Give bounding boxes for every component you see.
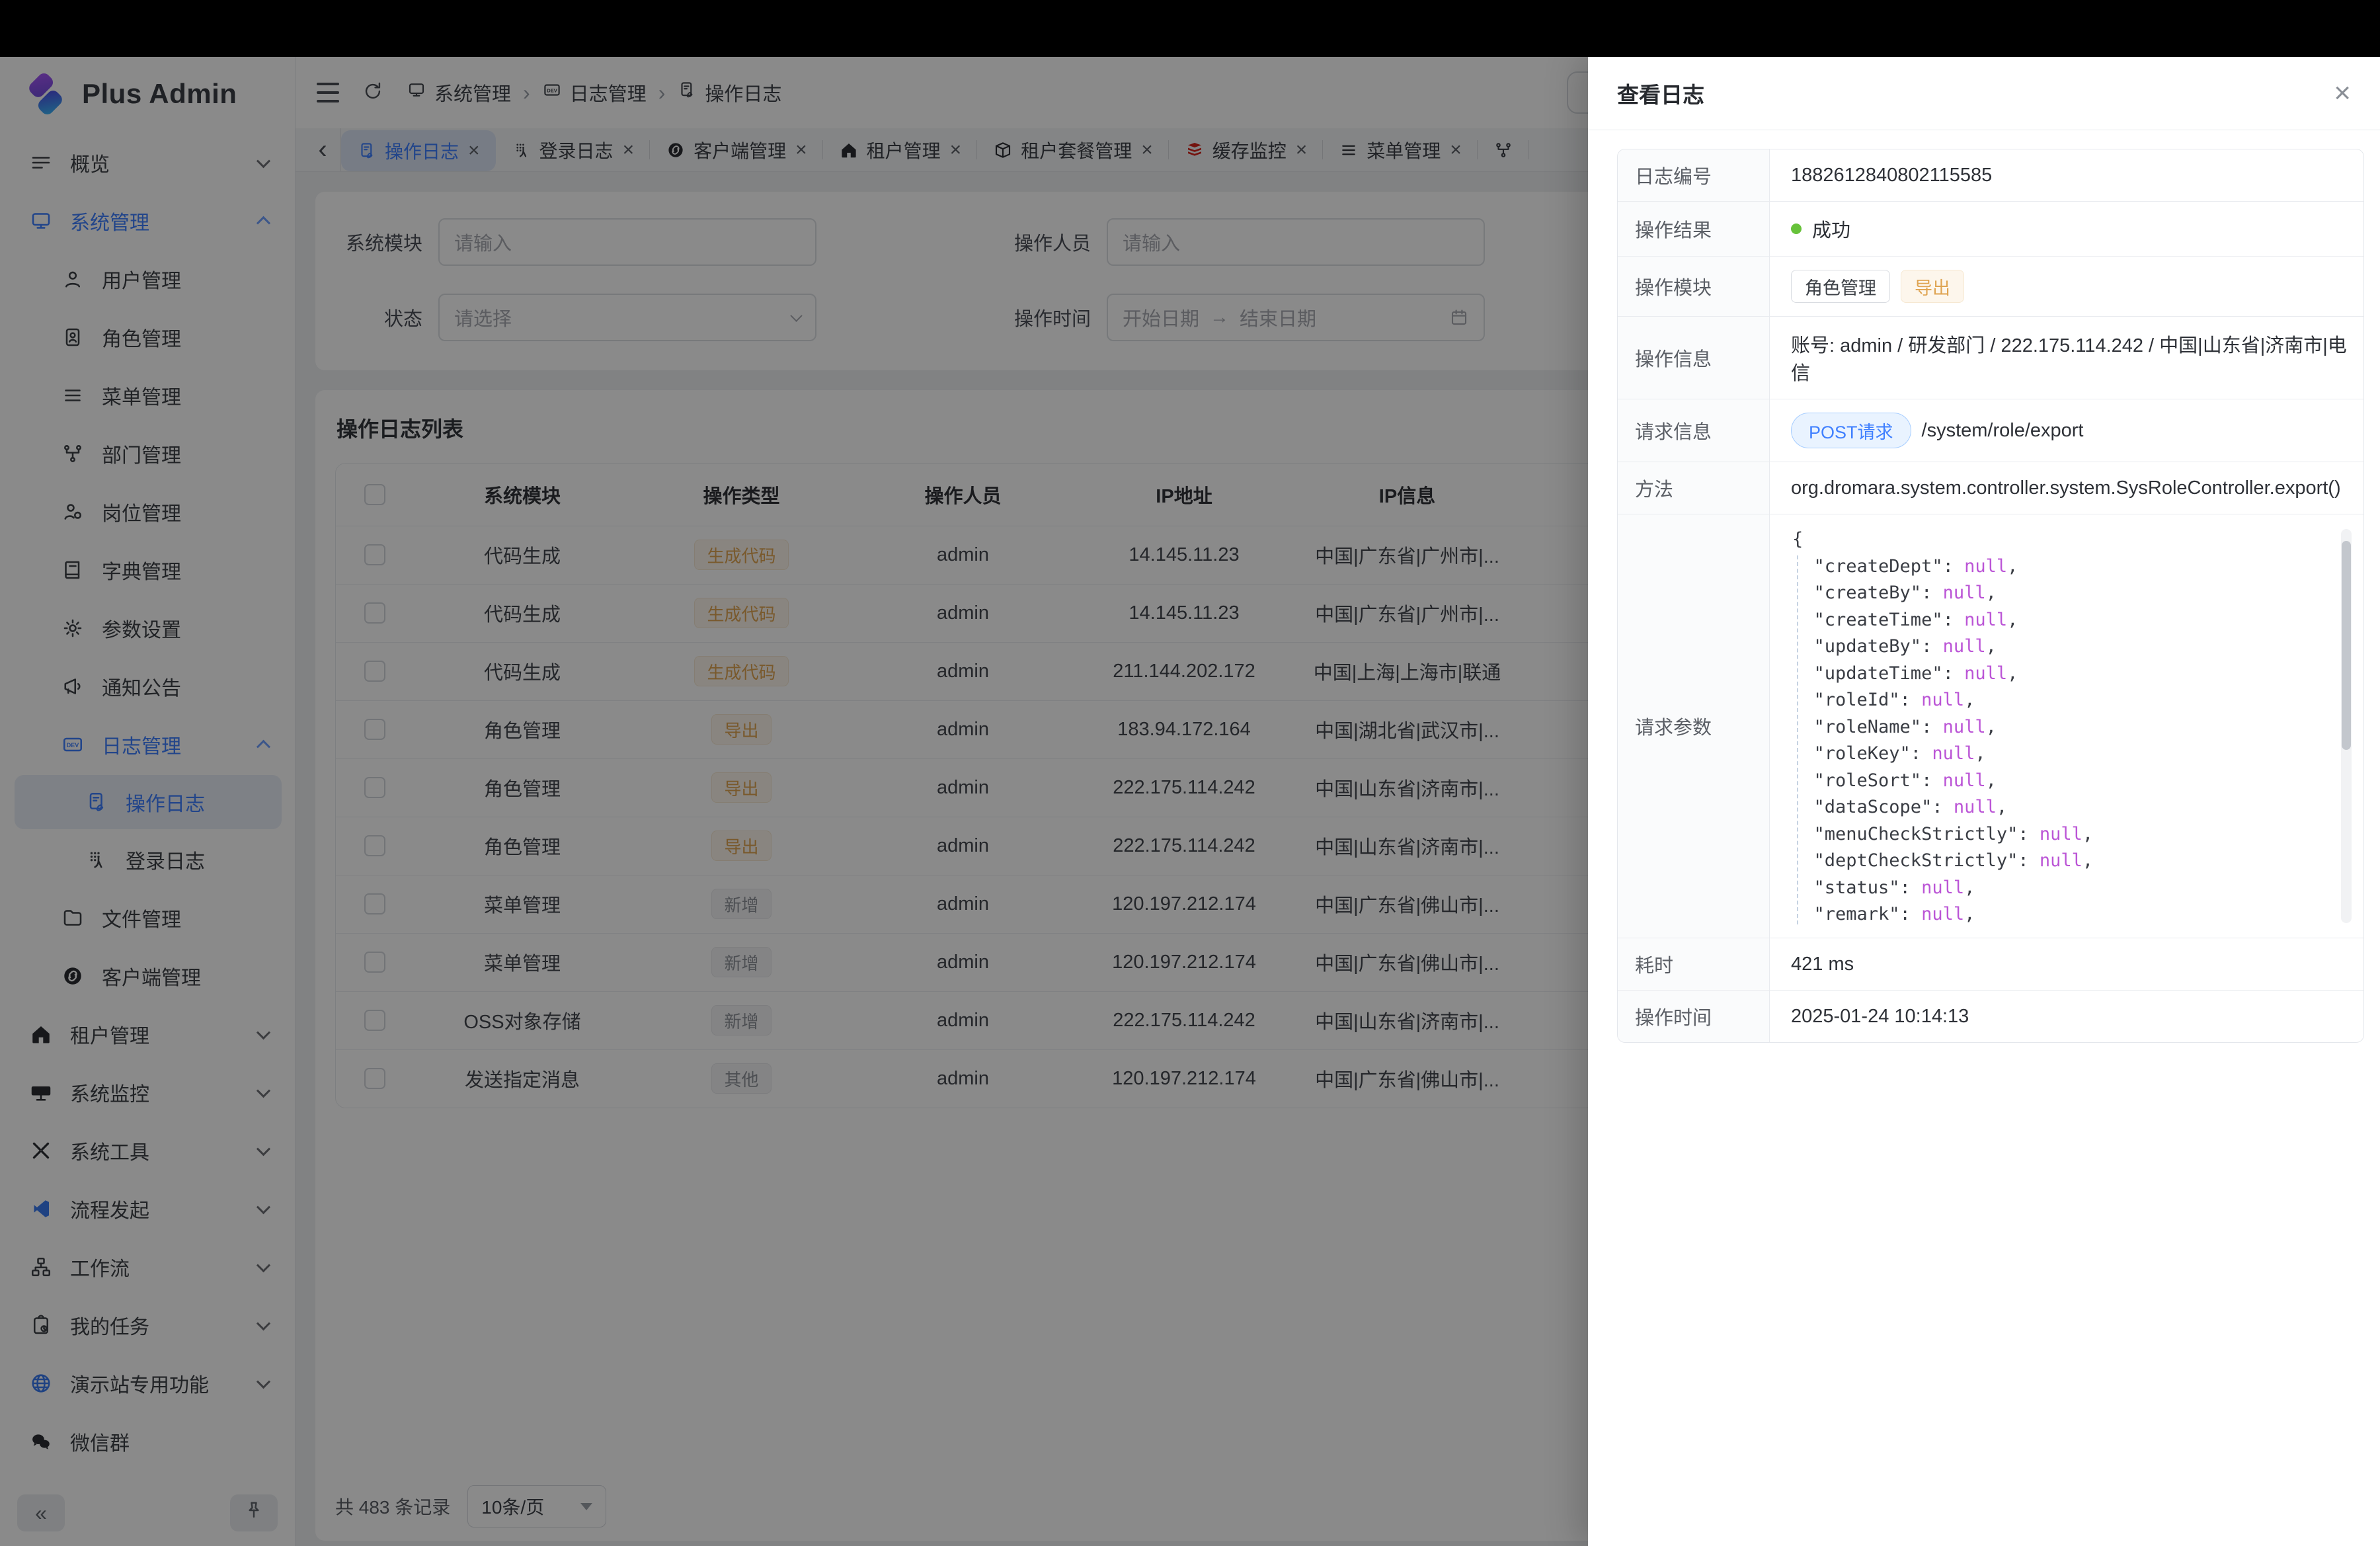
json-line: "roleName": null, xyxy=(1792,714,2330,741)
detail-value: POST请求/system/role/export xyxy=(1770,399,2363,462)
detail-value: { "createDept": null, "createBy": null, … xyxy=(1770,514,2363,938)
detail-row-操作结果: 操作结果 成功 xyxy=(1618,201,2363,256)
json-line: "dataScope": null, xyxy=(1792,794,2330,821)
detail-row-方法: 方法 org.dromara.system.controller.system.S… xyxy=(1618,462,2363,514)
status-text: 成功 xyxy=(1812,215,1850,243)
detail-value: 账号: admin / 研发部门 / 222.175.114.242 / 中国|… xyxy=(1770,317,2363,399)
detail-row-操作信息: 操作信息账号: admin / 研发部门 / 222.175.114.242 /… xyxy=(1618,316,2363,399)
json-line: "roleKey": null, xyxy=(1792,741,2330,768)
success-dot-icon xyxy=(1791,224,1802,234)
detail-value: org.dromara.system.controller.system.Sys… xyxy=(1770,462,2363,514)
detail-row-日志编号: 日志编号 1882612840802115585 xyxy=(1618,149,2363,201)
detail-label: 操作信息 xyxy=(1618,317,1770,399)
json-line: "deptCheckStrictly": null, xyxy=(1792,848,2330,875)
json-line: "createBy": null, xyxy=(1792,580,2330,607)
drawer-title: 查看日志 xyxy=(1617,77,1704,109)
json-scrollbar-thumb[interactable] xyxy=(2342,541,2351,750)
detail-label: 方法 xyxy=(1618,462,1770,514)
json-line: "createDept": null, xyxy=(1792,553,2330,581)
detail-text: org.dromara.system.controller.system.Sys… xyxy=(1791,477,2341,499)
detail-label: 操作时间 xyxy=(1618,991,1770,1042)
module-tag: 导出 xyxy=(1901,270,1964,303)
detail-value: 成功 xyxy=(1770,202,2363,256)
detail-text: 账号: admin / 研发部门 / 222.175.114.242 / 中国|… xyxy=(1791,330,2350,386)
detail-label: 日志编号 xyxy=(1618,149,1770,201)
detail-label: 操作结果 xyxy=(1618,202,1770,256)
json-line: "updateTime": null, xyxy=(1792,661,2330,688)
log-detail-table: 日志编号1882612840802115585操作结果成功操作模块角色管理导出操… xyxy=(1617,149,2364,1043)
detail-value: 角色管理导出 xyxy=(1770,257,2363,316)
drawer-body: 日志编号1882612840802115585操作结果成功操作模块角色管理导出操… xyxy=(1588,130,2380,1043)
app-window: Plus Admin 概览系统管理用户管理角色管理菜单管理部门管理岗位管理字典管… xyxy=(0,57,2380,1546)
detail-label: 耗时 xyxy=(1618,938,1770,990)
detail-text: 2025-01-24 10:14:13 xyxy=(1791,1006,1969,1028)
detail-value: 2025-01-24 10:14:13 xyxy=(1770,991,2363,1042)
detail-text: 421 ms xyxy=(1791,954,1854,975)
close-icon[interactable]: × xyxy=(2334,79,2351,108)
json-line: "status": null, xyxy=(1792,875,2330,902)
detail-value: 1882612840802115585 xyxy=(1770,149,2363,201)
post-request-badge: POST请求 xyxy=(1791,413,1911,448)
detail-row-操作模块: 操作模块角色管理导出 xyxy=(1618,256,2363,316)
json-scrollbar xyxy=(2341,529,2352,923)
json-line: "updateBy": null, xyxy=(1792,633,2330,661)
json-line: "remark": null, xyxy=(1792,901,2330,928)
detail-label: 操作模块 xyxy=(1618,257,1770,316)
detail-text: 1882612840802115585 xyxy=(1791,165,1992,186)
request-params-json: { "createDept": null, "createBy": null, … xyxy=(1770,524,2357,928)
detail-label: 请求信息 xyxy=(1618,399,1770,462)
detail-value: 421 ms xyxy=(1770,938,2363,990)
detail-row-耗时: 耗时 421 ms xyxy=(1618,938,2363,990)
json-line: "createTime": null, xyxy=(1792,607,2330,634)
indent-guide xyxy=(1797,555,1798,924)
request-url: /system/role/export xyxy=(1922,420,2084,442)
detail-label: 请求参数 xyxy=(1618,514,1770,938)
detail-row-请求信息: 请求信息POST请求/system/role/export xyxy=(1618,399,2363,462)
json-line: "roleSort": null, xyxy=(1792,768,2330,795)
module-tag: 角色管理 xyxy=(1791,270,1890,303)
drawer-header: 查看日志 × xyxy=(1588,57,2380,130)
json-line: "menuCheckStrictly": null, xyxy=(1792,821,2330,848)
detail-row-请求参数: 请求参数{ "createDept": null, "createBy": nu… xyxy=(1618,514,2363,938)
json-line: { xyxy=(1792,526,2330,553)
detail-row-操作时间: 操作时间 2025-01-24 10:14:13 xyxy=(1618,990,2363,1042)
json-line: "roleId": null, xyxy=(1792,687,2330,714)
view-log-drawer: 查看日志 × 日志编号 1882612840802115585 操作结果 成功操作模块… xyxy=(1588,57,2380,1546)
